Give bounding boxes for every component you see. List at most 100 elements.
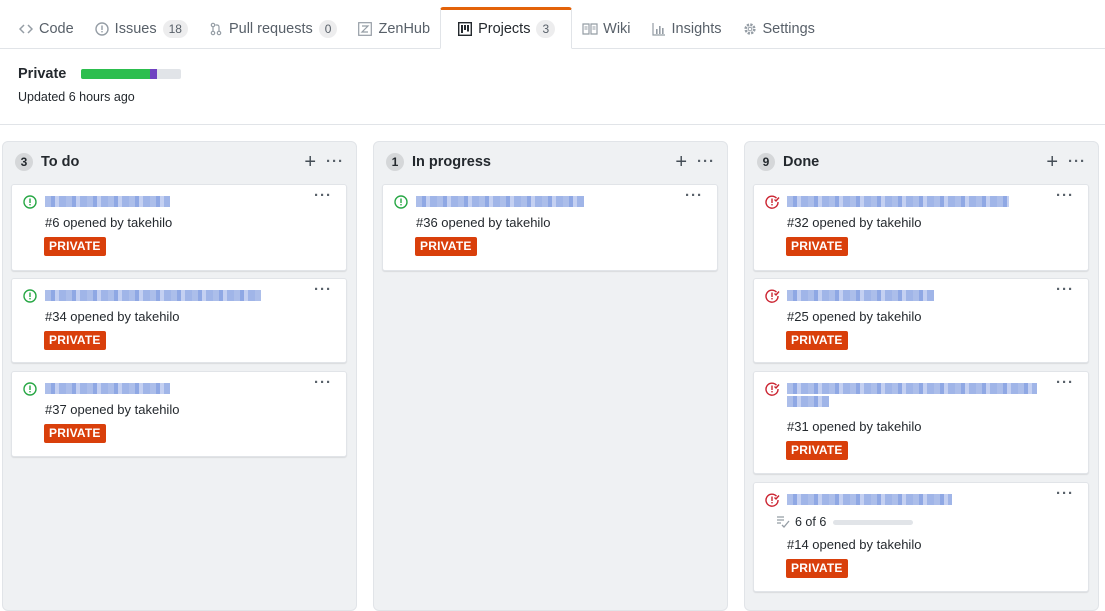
issue-title-redacted[interactable] [787, 196, 1009, 207]
issue-card[interactable]: ··· #6 opened by takehilo PRIVATE [11, 184, 347, 271]
issue-meta: #34 opened by takehilo [45, 309, 180, 324]
divider [0, 124, 1105, 125]
column-title: Done [783, 154, 820, 170]
column-done: 9 Done + ··· ··· #32 opened by takehilo … [744, 141, 1099, 611]
issue-card[interactable]: ··· #32 opened by takehilo PRIVATE [753, 184, 1089, 271]
issue-card[interactable]: ··· 6 of 6 #14 opened by takehilo PRIVAT… [753, 482, 1089, 592]
issue-title-redacted[interactable] [787, 383, 1037, 394]
issue-closed-icon [765, 382, 780, 396]
issue-card[interactable]: ··· #34 opened by takehilo PRIVATE [11, 278, 347, 363]
column-menu-button[interactable]: ··· [1068, 154, 1086, 169]
column-todo: 3 To do + ··· ··· #6 opened by takehilo … [2, 141, 357, 611]
issue-meta: #25 opened by takehilo [787, 309, 922, 324]
card-menu-button[interactable]: ··· [314, 188, 332, 203]
zenhub-icon [357, 21, 373, 37]
tab-issues[interactable]: Issues 18 [84, 9, 198, 49]
project-updated-time: Updated 6 hours ago [18, 90, 135, 104]
code-icon [18, 21, 34, 37]
column-card-count: 3 [15, 153, 33, 171]
card-menu-button[interactable]: ··· [1056, 375, 1074, 390]
tab-projects[interactable]: Projects 3 [440, 7, 573, 49]
progress-in-progress-segment [150, 69, 158, 79]
card-menu-button[interactable]: ··· [1056, 486, 1074, 501]
issue-closed-icon [765, 493, 780, 507]
issue-title-redacted[interactable] [787, 290, 934, 301]
tab-issues-label: Issues [114, 21, 157, 37]
tab-projects-label: Projects [478, 21, 531, 37]
gear-icon [742, 21, 758, 37]
tab-pull-requests-count: 0 [318, 20, 338, 38]
task-progress-bar [833, 519, 914, 525]
column-card-count: 1 [386, 153, 404, 171]
issue-meta: #14 opened by takehilo [787, 537, 922, 552]
tab-code-label: Code [39, 21, 74, 37]
issue-opened-icon [394, 195, 408, 209]
tab-projects-count: 3 [536, 20, 556, 38]
label-badge[interactable]: PRIVATE [786, 331, 848, 350]
tab-wiki[interactable]: Wiki [572, 9, 640, 49]
issue-title-redacted[interactable] [45, 383, 170, 394]
repo-nav-tabs: Code Issues 18 Pull requests 0 ZenHub Pr… [0, 0, 1105, 49]
label-badge[interactable]: PRIVATE [786, 237, 848, 256]
issue-opened-icon [23, 289, 37, 303]
card-menu-button[interactable]: ··· [314, 375, 332, 390]
pull-request-icon [208, 21, 224, 37]
tab-wiki-label: Wiki [603, 21, 631, 37]
label-badge[interactable]: PRIVATE [786, 441, 848, 460]
project-icon [457, 21, 473, 37]
tab-insights[interactable]: Insights [641, 9, 732, 49]
checklist-icon [777, 516, 790, 528]
card-menu-button[interactable]: ··· [685, 188, 703, 203]
label-badge[interactable]: PRIVATE [44, 331, 106, 350]
add-card-button[interactable]: + [304, 152, 316, 172]
card-menu-button[interactable]: ··· [1056, 282, 1074, 297]
tab-code[interactable]: Code [8, 9, 84, 49]
issue-card[interactable]: ··· #36 opened by takehilo PRIVATE [382, 184, 718, 271]
column-title: To do [41, 154, 80, 170]
column-in-progress: 1 In progress + ··· ··· #36 opened by ta… [373, 141, 728, 611]
issue-card[interactable]: ··· #31 opened by takehilo PRIVATE [753, 371, 1089, 474]
issue-card[interactable]: ··· #25 opened by takehilo PRIVATE [753, 278, 1089, 363]
tab-insights-label: Insights [671, 21, 722, 37]
graph-icon [651, 21, 667, 37]
progress-done-segment [81, 69, 151, 79]
column-menu-button[interactable]: ··· [326, 154, 344, 169]
card-menu-button[interactable]: ··· [1056, 188, 1074, 203]
issue-meta: #36 opened by takehilo [416, 215, 551, 230]
task-progress-text: 6 of 6 [795, 515, 827, 529]
tab-pull-requests-label: Pull requests [228, 21, 313, 37]
book-icon [582, 21, 598, 37]
column-menu-button[interactable]: ··· [697, 154, 715, 169]
issue-title-redacted[interactable] [45, 290, 261, 301]
issue-meta: #31 opened by takehilo [787, 419, 922, 434]
tab-settings[interactable]: Settings [732, 9, 825, 49]
issue-title-redacted[interactable] [787, 494, 952, 505]
add-card-button[interactable]: + [675, 152, 687, 172]
tab-zenhub[interactable]: ZenHub [347, 9, 440, 49]
tab-zenhub-label: ZenHub [378, 21, 431, 37]
tab-issues-count: 18 [162, 20, 188, 38]
issue-title-redacted[interactable] [416, 196, 584, 207]
issue-icon [94, 21, 110, 37]
issue-meta: #6 opened by takehilo [45, 215, 173, 230]
issue-card[interactable]: ··· #37 opened by takehilo PRIVATE [11, 371, 347, 457]
label-badge[interactable]: PRIVATE [44, 424, 106, 443]
label-badge[interactable]: PRIVATE [786, 559, 848, 578]
column-card-count: 9 [757, 153, 775, 171]
project-progress-bar [81, 69, 182, 79]
project-title: Private [18, 66, 67, 82]
issue-meta: #32 opened by takehilo [787, 215, 922, 230]
label-badge[interactable]: PRIVATE [415, 237, 477, 256]
issue-opened-icon [23, 382, 37, 396]
tab-settings-label: Settings [762, 21, 815, 37]
issue-title-redacted[interactable] [45, 196, 170, 207]
task-progress: 6 of 6 [776, 515, 914, 529]
issue-title-redacted-line-2[interactable] [787, 396, 829, 407]
issue-closed-icon [765, 195, 780, 209]
add-card-button[interactable]: + [1046, 152, 1058, 172]
card-menu-button[interactable]: ··· [314, 282, 332, 297]
label-badge[interactable]: PRIVATE [44, 237, 106, 256]
tab-pull-requests[interactable]: Pull requests 0 [198, 9, 348, 49]
column-title: In progress [412, 154, 491, 170]
issue-closed-icon [765, 289, 780, 303]
